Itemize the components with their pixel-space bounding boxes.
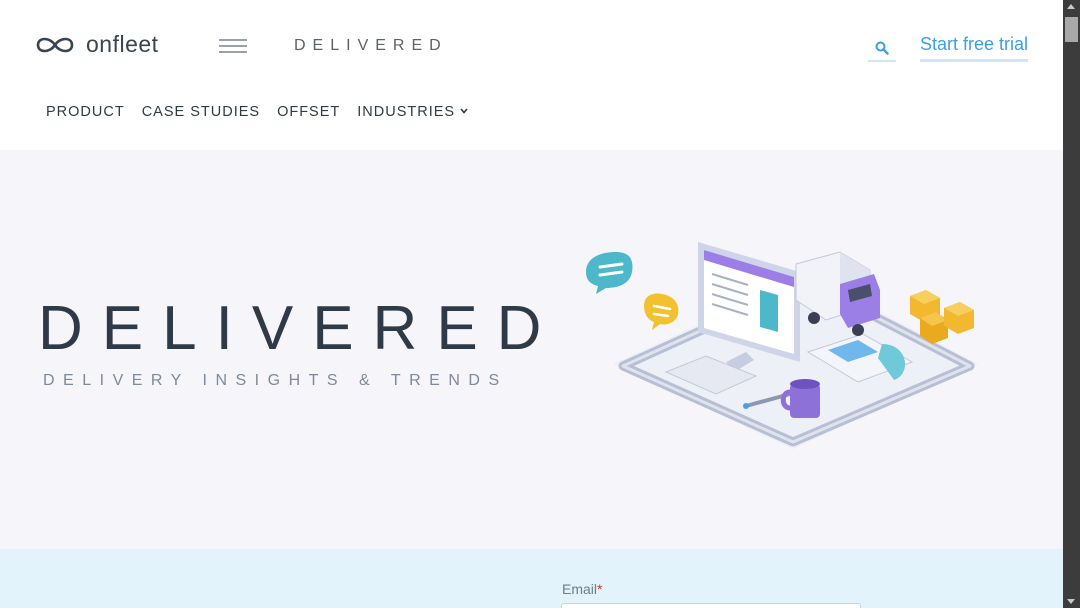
email-field[interactable] [561,603,861,608]
scrollbar-thumb[interactable] [1065,17,1078,42]
infinity-logo-icon [36,37,74,52]
nav-item-offset[interactable]: OFFSET [277,104,340,120]
search-icon [875,41,889,55]
nav-item-product[interactable]: PRODUCT [46,104,125,120]
scroll-down-arrow-icon[interactable] [1067,599,1075,604]
nav-item-industries-label: INDUSTRIES [357,104,456,120]
hero-subtitle: DELIVERY INSIGHTS & TRENDS [43,372,508,389]
delivery-dashboard-illustration [586,242,978,449]
section-brand-mark[interactable]: DELIVERED [294,37,448,55]
email-label-text: Email [562,581,598,597]
logo-wordmark: onfleet [86,31,159,57]
required-asterisk: * [597,581,603,597]
hero-title: DELIVERED [38,294,561,363]
search-button[interactable] [868,36,896,62]
email-field-label: Email* [562,581,602,597]
hero-section: DELIVERED DELIVERY INSIGHTS & TRENDS [0,150,1063,549]
signup-form-band: Email* [0,549,1063,608]
start-free-trial-link[interactable]: Start free trial [920,34,1029,62]
vertical-scrollbar[interactable] [1063,0,1080,608]
onfleet-logo[interactable]: onfleet [34,31,159,58]
hamburger-menu-icon[interactable] [219,39,247,55]
site-header: onfleet DELIVERED Start free trial PRODU… [0,0,1063,150]
nav-item-industries[interactable]: INDUSTRIES [357,104,468,120]
main-nav: PRODUCT CASE STUDIES OFFSET INDUSTRIES [46,104,468,120]
nav-item-case-studies[interactable]: CASE STUDIES [142,104,260,120]
chevron-down-icon [460,108,468,114]
scroll-up-arrow-icon[interactable] [1067,4,1075,9]
